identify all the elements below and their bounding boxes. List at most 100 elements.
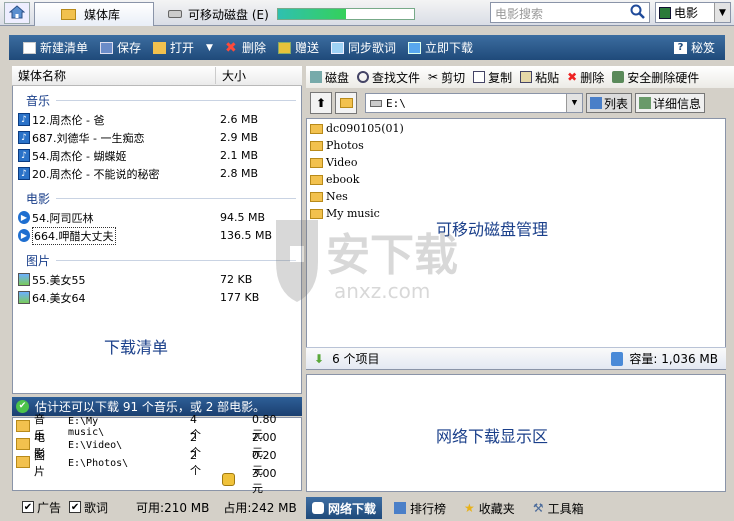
- open-button[interactable]: 打开 ▼: [147, 35, 219, 60]
- search-input[interactable]: 电影搜索: [490, 2, 650, 23]
- download-icon: [312, 502, 324, 514]
- download-now-button[interactable]: 立即下载: [402, 35, 479, 60]
- disk-icon: [310, 71, 322, 83]
- copy-icon: [473, 71, 486, 83]
- lyrics-checkbox[interactable]: ✔: [69, 501, 82, 513]
- tools-icon: ⚒: [532, 501, 544, 515]
- open-label: 打开: [170, 41, 195, 55]
- file-name: Photos: [326, 139, 364, 152]
- item-name: 687.刘德华 - 一生痴恋: [32, 131, 145, 145]
- tab-media-library[interactable]: 媒体库: [34, 2, 154, 26]
- item-name: 12.周杰伦 - 爸: [32, 113, 105, 127]
- section-divider: [56, 260, 296, 261]
- list-item[interactable]: 64.美女64 177 KB: [18, 289, 298, 306]
- drive-icon: [370, 99, 382, 107]
- path-select[interactable]: E:\ ▼: [365, 93, 583, 113]
- folder-icon: [310, 140, 323, 151]
- home-icon: [8, 4, 26, 22]
- picture-folder-icon: [16, 455, 30, 471]
- folder-icon: [310, 123, 323, 134]
- file-item[interactable]: Nes: [310, 188, 348, 205]
- new-list-button[interactable]: 新建清单: [17, 35, 94, 60]
- capacity: 容量: 1,036 MB: [629, 352, 718, 366]
- item-name: 55.美女55: [32, 273, 86, 287]
- tab-network-download[interactable]: 网络下载: [306, 497, 383, 519]
- estimate-text: 估计还可以下载 91 个音乐，或 2 部电影。: [35, 400, 266, 414]
- item-size: 2.9 MB: [220, 131, 259, 144]
- save-icon: [100, 41, 114, 54]
- tab-toolbox[interactable]: ⚒ 工具箱: [527, 497, 590, 519]
- section-music: 音乐: [26, 94, 51, 108]
- folder-icon: [339, 98, 353, 108]
- column-header-name[interactable]: 媒体名称: [18, 67, 216, 84]
- tips-button[interactable]: ? 秘笈: [668, 35, 721, 60]
- copy-label: 复制: [488, 70, 513, 85]
- disk-button[interactable]: 磁盘: [306, 69, 353, 86]
- copy-button[interactable]: 复制: [469, 69, 516, 86]
- delete-button[interactable]: ✖ 删除: [219, 35, 272, 60]
- left-status-bar: ✔ 广告 ✔ 歌词 可用:210 MB 占用:242 MB: [12, 496, 302, 518]
- money-bag-icon: [222, 473, 235, 489]
- path-cell: E:\My music\: [68, 416, 105, 438]
- available-space: 可用:210 MB: [136, 500, 210, 515]
- movie-file-icon: ▶: [18, 211, 30, 224]
- gift-icon: [277, 41, 291, 54]
- delete-file-button[interactable]: ✖ 删除: [563, 69, 608, 86]
- list-item[interactable]: ♪ 20.周杰伦 - 不能说的秘密 2.8 MB: [18, 165, 298, 182]
- section-divider: [56, 100, 296, 101]
- path-cell: E:\Video\: [68, 439, 123, 451]
- paste-label: 粘贴: [535, 70, 560, 85]
- section-divider: [56, 198, 296, 199]
- view-list-button[interactable]: 列表: [586, 93, 633, 113]
- up-folder-button[interactable]: ⬆: [310, 92, 332, 114]
- movie-file-icon: ▶: [18, 229, 30, 242]
- svg-text:安下载: 安下载: [326, 230, 458, 281]
- save-button[interactable]: 保存: [94, 35, 147, 60]
- list-item-selected[interactable]: ▶ 664.呷醋大丈夫 136.5 MB: [18, 226, 298, 245]
- search-icon[interactable]: [630, 4, 646, 23]
- tab-removable-disk[interactable]: 可移动磁盘 (E): [160, 2, 484, 26]
- net-area-label: 网络下载显示区: [436, 427, 549, 446]
- count-cell: 2 个: [190, 448, 201, 477]
- folder-icon: [310, 191, 323, 202]
- list-item[interactable]: ▶ 54.阿司匹林 94.5 MB: [18, 209, 298, 226]
- sync-lyrics-label: 同步歌词: [348, 41, 397, 55]
- dropdown-arrow-icon[interactable]: ▼: [206, 43, 213, 53]
- chevron-down-icon[interactable]: ▼: [714, 3, 730, 22]
- list-item[interactable]: ♪ 12.周杰伦 - 爸 2.6 MB: [18, 111, 298, 128]
- picture-file-icon: [18, 273, 30, 286]
- tab-favorites[interactable]: ★ 收藏夹: [458, 497, 521, 519]
- sync-lyrics-button[interactable]: 同步歌词: [325, 35, 402, 60]
- ads-checkbox[interactable]: ✔: [22, 501, 34, 513]
- chevron-down-icon[interactable]: ▼: [566, 94, 582, 112]
- find-file-button[interactable]: 查找文件: [353, 69, 424, 86]
- file-item[interactable]: Video: [310, 154, 357, 171]
- item-name: 54.阿司匹林: [32, 211, 94, 225]
- section-picture: 图片: [26, 254, 51, 268]
- open-folder-button[interactable]: [335, 92, 357, 114]
- item-name: 54.周杰伦 - 蝴蝶姬: [32, 149, 127, 163]
- item-name: 20.周杰伦 - 不能说的秘密: [32, 167, 160, 181]
- file-item[interactable]: Photos: [310, 137, 364, 154]
- file-item[interactable]: ebook: [310, 171, 359, 188]
- list-item[interactable]: ♪ 687.刘德华 - 一生痴恋 2.9 MB: [18, 129, 298, 146]
- view-detail-button[interactable]: 详细信息: [635, 93, 706, 113]
- safe-remove-button[interactable]: 安全删除硬件: [608, 69, 703, 86]
- tab-ranking[interactable]: 排行榜: [388, 497, 452, 519]
- column-header-size[interactable]: 大小: [222, 67, 246, 84]
- gift-button[interactable]: 赠送: [272, 35, 325, 60]
- list-item[interactable]: 55.美女55 72 KB: [18, 271, 298, 288]
- category-select[interactable]: 电影 ▼: [655, 2, 731, 23]
- home-button[interactable]: [4, 2, 30, 24]
- item-size: 72 KB: [220, 273, 253, 286]
- file-item[interactable]: dc090105(01): [310, 120, 404, 137]
- download-list-area-label: 下载清单: [104, 338, 169, 357]
- list-item[interactable]: ♪ 54.周杰伦 - 蝴蝶姬 2.1 MB: [18, 147, 298, 164]
- paste-button[interactable]: 粘贴: [516, 69, 563, 86]
- paste-icon: [520, 71, 533, 83]
- new-document-icon: [23, 41, 36, 54]
- open-folder-icon: [153, 41, 167, 54]
- disk-usage-bar: [276, 8, 415, 20]
- music-file-icon: ♪: [18, 131, 30, 144]
- cut-button[interactable]: ✂ 剪切: [424, 69, 469, 86]
